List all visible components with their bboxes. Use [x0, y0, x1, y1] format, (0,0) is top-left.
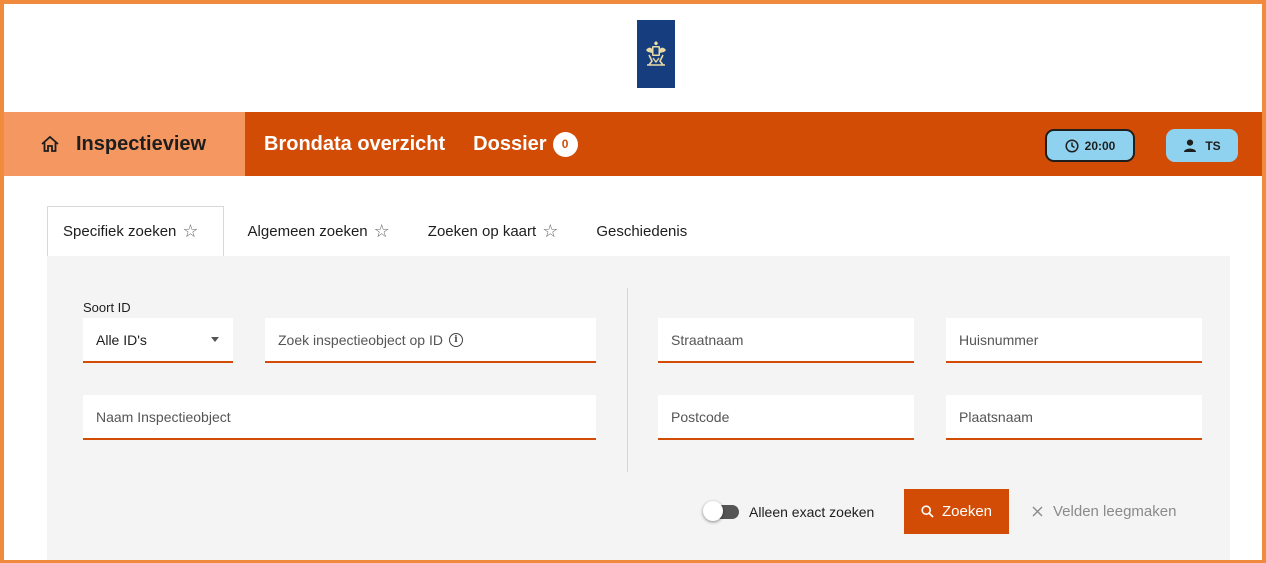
clock-icon	[1065, 138, 1079, 153]
soort-id-select[interactable]: Alle ID's	[83, 318, 233, 363]
info-icon[interactable]: i	[448, 332, 463, 347]
naam-placeholder: Naam Inspectieobject	[96, 408, 231, 425]
exact-search-toggle-row: Alleen exact zoeken	[703, 501, 875, 521]
user-icon	[1184, 139, 1197, 152]
app-title: Inspectieview	[76, 132, 207, 155]
straatnaam-input[interactable]: Straatnaam	[658, 318, 914, 363]
nav-dossier[interactable]: Dossier 0	[473, 131, 578, 157]
search-button[interactable]: Zoeken	[904, 489, 1009, 534]
soort-id-label: Soort ID	[83, 300, 131, 315]
user-initials: TS	[1205, 138, 1221, 153]
search-tabs: Specifiek zoeken ☆ Algemeen zoeken ☆ Zoe…	[47, 206, 687, 256]
tab-zoeken-op-kaart[interactable]: Zoeken op kaart ☆	[428, 206, 559, 256]
exact-search-toggle[interactable]	[703, 501, 739, 521]
dossier-count-badge: 0	[552, 131, 578, 157]
tab-label: Zoeken op kaart	[427, 222, 537, 240]
nav-home[interactable]: Inspectieview	[4, 112, 245, 176]
favorite-star-icon[interactable]: ☆	[542, 221, 558, 242]
id-search-placeholder: Zoek inspectieobject op ID	[278, 331, 443, 348]
nav-dossier-label: Dossier	[473, 132, 547, 155]
close-icon	[1032, 506, 1043, 517]
tab-label: Algemeen zoeken	[247, 222, 368, 240]
clear-fields-label: Velden leegmaken	[1053, 503, 1177, 520]
huisnummer-placeholder: Huisnummer	[959, 331, 1039, 348]
session-timer-value: 20:00	[1084, 138, 1116, 153]
column-divider	[627, 288, 628, 472]
top-nav: Inspectieview Brondata overzicht Dossier…	[4, 112, 1262, 176]
nav-brondata-overzicht[interactable]: Brondata overzicht	[264, 133, 445, 156]
toggle-knob	[703, 501, 723, 521]
search-button-label: Zoeken	[941, 503, 993, 520]
search-panel: Soort ID Alle ID's Zoek inspectieobject …	[47, 256, 1230, 560]
plaatsnaam-placeholder: Plaatsnaam	[959, 408, 1033, 425]
exact-search-label: Alleen exact zoeken	[749, 504, 875, 520]
chevron-down-icon	[211, 337, 219, 342]
tab-algemeen-zoeken[interactable]: Algemeen zoeken ☆	[248, 206, 390, 256]
user-menu-button[interactable]: TS	[1166, 129, 1238, 162]
tab-specifiek-zoeken[interactable]: Specifiek zoeken ☆	[47, 206, 224, 256]
app-frame: Inspectieview Brondata overzicht Dossier…	[0, 0, 1266, 563]
rijksoverheid-logo	[637, 20, 675, 88]
home-icon	[41, 135, 59, 152]
soort-id-value: Alle ID's	[96, 331, 147, 348]
session-timer-button[interactable]: 20:00	[1045, 129, 1135, 162]
tab-geschiedenis[interactable]: Geschiedenis	[596, 206, 687, 256]
header-logo-bar	[4, 4, 1262, 112]
tab-label: Geschiedenis	[596, 222, 688, 240]
straatnaam-placeholder: Straatnaam	[671, 331, 744, 348]
favorite-star-icon[interactable]: ☆	[182, 221, 198, 242]
postcode-placeholder: Postcode	[671, 408, 730, 425]
favorite-star-icon[interactable]: ☆	[374, 221, 390, 242]
postcode-input[interactable]: Postcode	[658, 395, 914, 440]
id-search-input[interactable]: Zoek inspectieobject op ID i	[265, 318, 596, 363]
coat-of-arms-icon	[646, 41, 666, 66]
plaatsnaam-input[interactable]: Plaatsnaam	[946, 395, 1202, 440]
search-icon	[921, 505, 934, 518]
tab-label: Specifiek zoeken	[63, 223, 177, 240]
clear-fields-button[interactable]: Velden leegmaken	[1032, 489, 1176, 534]
huisnummer-input[interactable]: Huisnummer	[946, 318, 1202, 363]
naam-inspectieobject-input[interactable]: Naam Inspectieobject	[83, 395, 596, 440]
